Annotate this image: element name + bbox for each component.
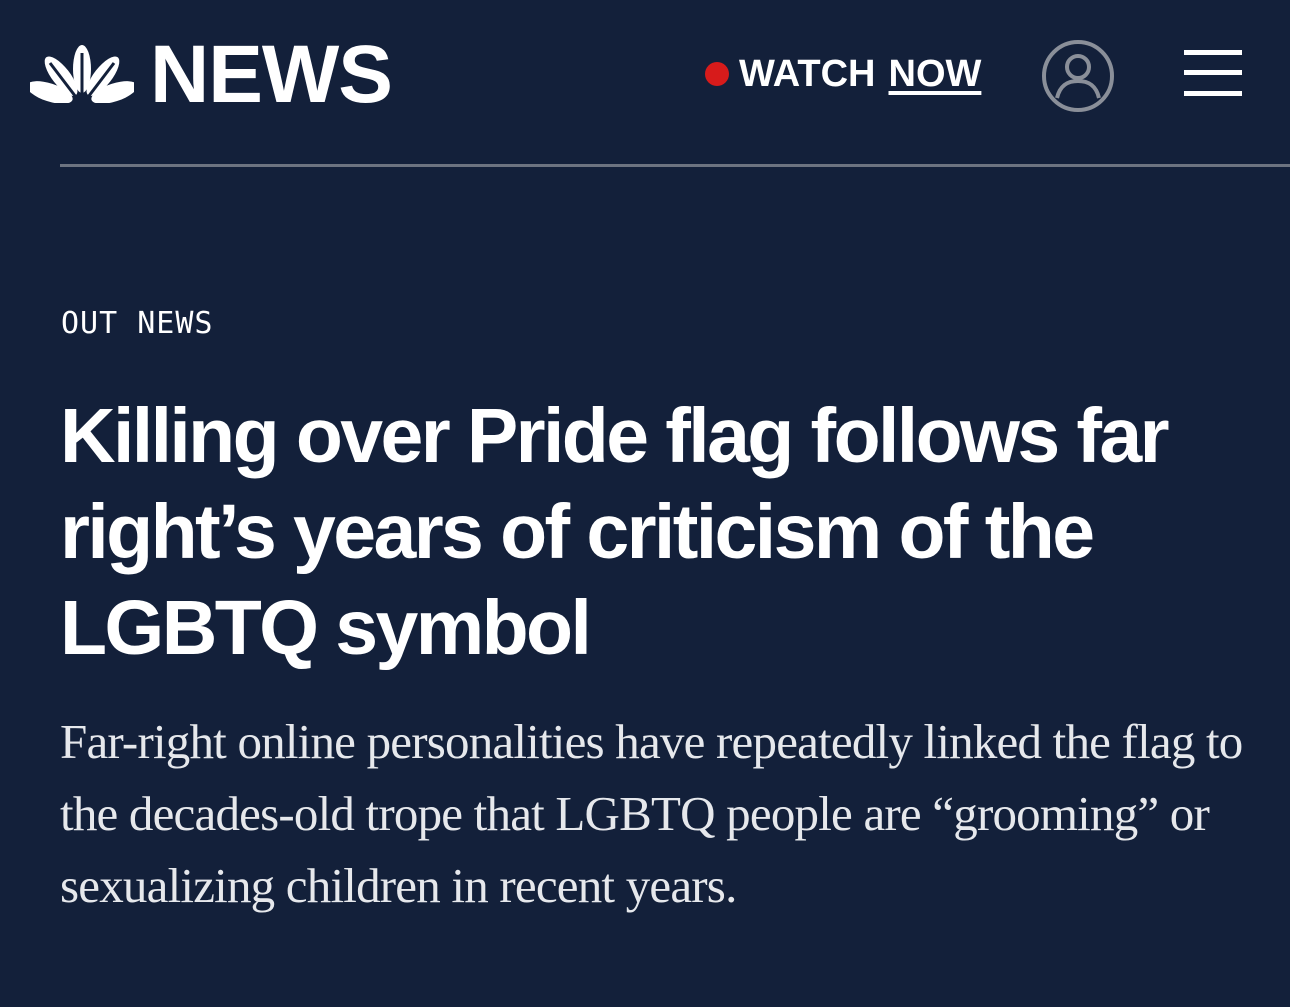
site-header: NEWS WATCH NOW [0, 0, 1290, 168]
peacock-logo-icon [30, 45, 134, 111]
section-label[interactable]: OUT NEWS [61, 306, 214, 341]
brand-text: NEWS [150, 29, 393, 120]
article-headline: Killing over Pride flag follows far righ… [60, 393, 1170, 671]
hamburger-menu-icon[interactable] [1184, 50, 1244, 100]
watch-now-link[interactable]: WATCH NOW [705, 52, 981, 96]
header-divider [60, 164, 1290, 167]
watch-now-label: NOW [888, 53, 982, 95]
account-circle-icon[interactable] [1040, 38, 1116, 114]
nbc-news-logo[interactable]: NEWS [30, 29, 393, 120]
live-dot-icon [705, 62, 729, 86]
article-dek: Far-right online personalities have repe… [60, 714, 1243, 913]
watch-label: WATCH [739, 53, 876, 95]
